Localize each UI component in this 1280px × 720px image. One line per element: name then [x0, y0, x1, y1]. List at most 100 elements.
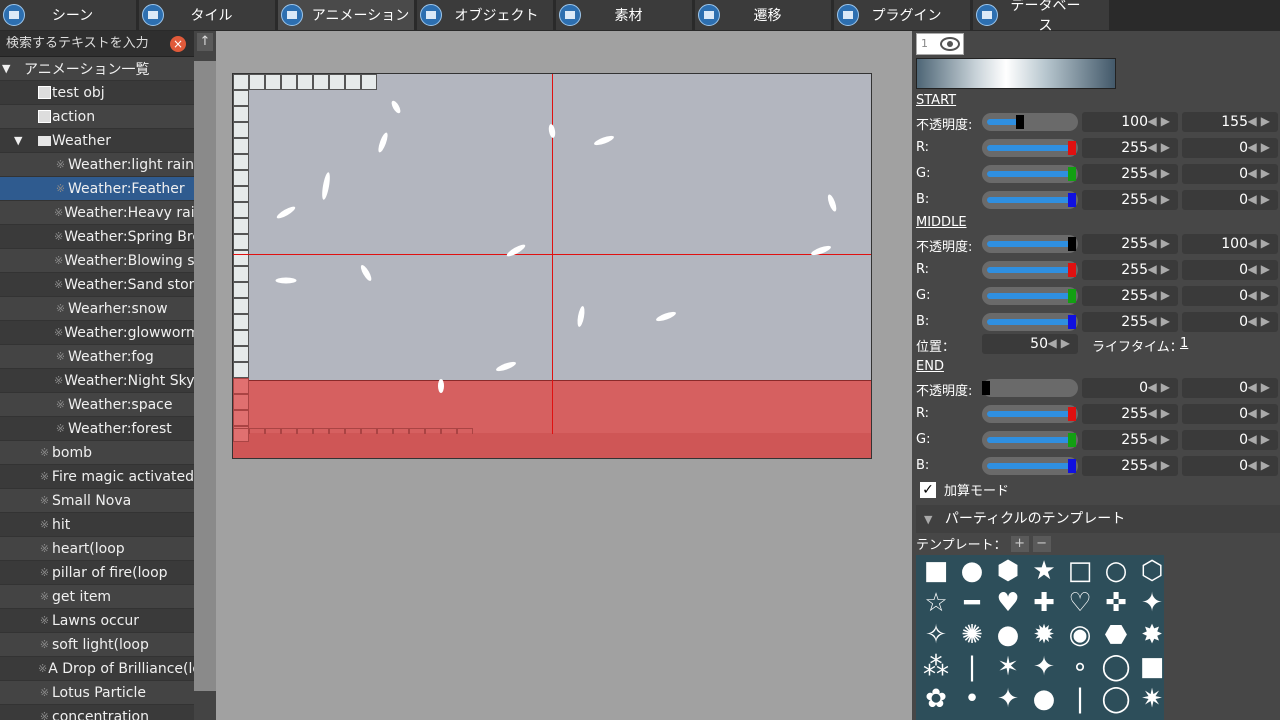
particle-template-icon[interactable]: ✦ [990, 683, 1026, 715]
list-item[interactable]: ※ Weather:Heavy rain [0, 201, 194, 225]
end-g-range-field[interactable]: 0 ◀▶ [1182, 430, 1278, 450]
list-item[interactable]: ※ soft light(loop [0, 633, 194, 657]
particle-template-icon[interactable]: □ [1062, 555, 1098, 587]
remove-template-button[interactable]: − [1032, 535, 1051, 552]
end-b-range-field[interactable]: 0 ◀▶ [1182, 456, 1278, 476]
tab-transition[interactable]: 遷移 [695, 0, 831, 30]
particle-template-icon[interactable]: ✜ [1098, 587, 1134, 619]
particle-template-icon[interactable]: ✷ [1134, 683, 1164, 715]
end-opacity-range-field[interactable]: 0 ◀▶ [1182, 378, 1278, 398]
particle-template-icon[interactable]: ● [954, 555, 990, 587]
list-item[interactable]: ※ bomb [0, 441, 194, 465]
list-item[interactable]: ※ A Drop of Brilliance(lo [0, 657, 194, 681]
middle-b-range-field[interactable]: 0 ◀▶ [1182, 312, 1278, 332]
particle-template-icon[interactable]: ✹ [1026, 619, 1062, 651]
particle-template-icon[interactable]: ★ [1026, 555, 1062, 587]
stepper-arrows-icon[interactable]: ◀▶ [1148, 192, 1174, 206]
stepper-arrows-icon[interactable]: ◀▶ [1248, 458, 1274, 472]
particle-template-icon[interactable]: ✿ [918, 683, 954, 715]
end-r-range-field[interactable]: 0 ◀▶ [1182, 404, 1278, 424]
add-template-button[interactable]: + [1010, 535, 1029, 552]
tab-plugin[interactable]: プラグイン [834, 0, 970, 30]
stepper-arrows-icon[interactable]: ◀▶ [1148, 288, 1174, 302]
list-scrollbar[interactable]: ↑ [194, 31, 216, 720]
stepper-arrows-icon[interactable]: ◀▶ [1248, 114, 1274, 128]
particle-template-icon[interactable]: | [1062, 683, 1098, 715]
stepper-arrows-icon[interactable]: ◀▶ [1148, 406, 1174, 420]
middle-opacity-slider[interactable] [982, 235, 1078, 253]
middle-g-field[interactable]: 255 ◀▶ [1082, 286, 1178, 306]
slider-handle[interactable] [1068, 193, 1076, 207]
slider-handle[interactable] [982, 381, 990, 395]
stepper-arrows-icon[interactable]: ◀▶ [1248, 140, 1274, 154]
tab-database[interactable]: データベース [973, 0, 1109, 34]
slider-handle[interactable] [1068, 459, 1076, 473]
slider-handle[interactable] [1068, 237, 1076, 251]
search-input[interactable] [6, 36, 166, 51]
layer-selector[interactable]: 1 [916, 33, 964, 55]
tree-folder[interactable]: ▼ Weather [0, 129, 194, 153]
middle-opacity-field[interactable]: 255 ◀▶ [1082, 234, 1178, 254]
list-item[interactable]: ※ Weather:forest [0, 417, 194, 441]
slider-handle[interactable] [1016, 115, 1024, 129]
additive-checkbox[interactable]: ✓ [920, 481, 936, 498]
particle-template-icon[interactable]: ♡ [1062, 587, 1098, 619]
start-opacity-range-field[interactable]: 155 ◀▶ [1182, 112, 1278, 132]
stepper-arrows-icon[interactable]: ◀▶ [1148, 432, 1174, 446]
start-r-field[interactable]: 255 ◀▶ [1082, 138, 1178, 158]
end-g-slider[interactable] [982, 431, 1078, 449]
list-item[interactable]: ※ concentration [0, 705, 194, 720]
particle-template-icon[interactable]: ○ [1098, 555, 1134, 587]
tab-object[interactable]: オブジェクト [417, 0, 553, 30]
middle-g-range-field[interactable]: 0 ◀▶ [1182, 286, 1278, 306]
end-opacity-field[interactable]: 0 ◀▶ [1082, 378, 1178, 398]
list-item[interactable]: ※ heart(loop [0, 537, 194, 561]
tab-animation[interactable]: アニメーション [278, 0, 414, 30]
start-g-slider[interactable] [982, 165, 1078, 183]
expand-triangle-icon[interactable]: ▼ [2, 62, 16, 75]
collapse-triangle-icon[interactable]: ▼ [924, 513, 932, 526]
start-r-range-field[interactable]: 0 ◀▶ [1182, 138, 1278, 158]
particle-template-icon[interactable]: ⬢ [990, 555, 1026, 587]
position-field[interactable]: 50 ◀▶ [982, 334, 1078, 354]
particle-template-icon[interactable]: ✺ [954, 619, 990, 651]
template-section-header[interactable]: ▼ パーティクルのテンプレート [916, 505, 1280, 533]
particle-template-icon[interactable]: ● [990, 619, 1026, 651]
particle-template-icon[interactable]: ⬣ [1098, 619, 1134, 651]
particle-template-icon[interactable]: ∘ [1062, 651, 1098, 683]
stepper-arrows-icon[interactable]: ◀▶ [1248, 380, 1274, 394]
end-opacity-slider[interactable] [982, 379, 1078, 397]
list-item[interactable]: ※ Lawns occur [0, 609, 194, 633]
start-opacity-field[interactable]: 100 ◀▶ [1082, 112, 1178, 132]
list-item[interactable]: ※ pillar of fire(loop [0, 561, 194, 585]
tab-tile[interactable]: タイル [139, 0, 275, 30]
tab-material[interactable]: 素材 [556, 0, 692, 30]
stepper-arrows-icon[interactable]: ◀▶ [1148, 380, 1174, 394]
list-item[interactable]: ※ Fire magic activated [0, 465, 194, 489]
end-r-slider[interactable] [982, 405, 1078, 423]
slider-handle[interactable] [1068, 289, 1076, 303]
particle-template-icon[interactable]: ✧ [918, 619, 954, 651]
list-item[interactable]: ※ Weather:fog [0, 345, 194, 369]
list-item[interactable]: ※ Weather:glowworm [0, 321, 194, 345]
middle-b-slider[interactable] [982, 313, 1078, 331]
particle-template-icon[interactable]: ⬡ [1134, 555, 1164, 587]
stepper-arrows-icon[interactable]: ◀▶ [1248, 432, 1274, 446]
lifetime-link[interactable]: 1 [1180, 336, 1188, 351]
list-item[interactable]: ※ Weather:Spring Bre [0, 225, 194, 249]
start-opacity-slider[interactable] [982, 113, 1078, 131]
particle-template-icon[interactable]: ■ [918, 555, 954, 587]
middle-g-slider[interactable] [982, 287, 1078, 305]
slider-handle[interactable] [1068, 141, 1076, 155]
particle-template-icon[interactable]: ◯ [1098, 651, 1134, 683]
middle-r-range-field[interactable]: 0 ◀▶ [1182, 260, 1278, 280]
middle-r-slider[interactable] [982, 261, 1078, 279]
start-r-slider[interactable] [982, 139, 1078, 157]
list-item[interactable]: ※ Small Nova [0, 489, 194, 513]
eye-icon[interactable] [940, 37, 960, 51]
end-r-field[interactable]: 255 ◀▶ [1082, 404, 1178, 424]
stepper-arrows-icon[interactable]: ◀▶ [1248, 236, 1274, 250]
stepper-arrows-icon[interactable]: ◀▶ [1248, 288, 1274, 302]
scroll-up-arrow-icon[interactable]: ↑ [197, 33, 213, 51]
list-item[interactable]: action [0, 105, 194, 129]
